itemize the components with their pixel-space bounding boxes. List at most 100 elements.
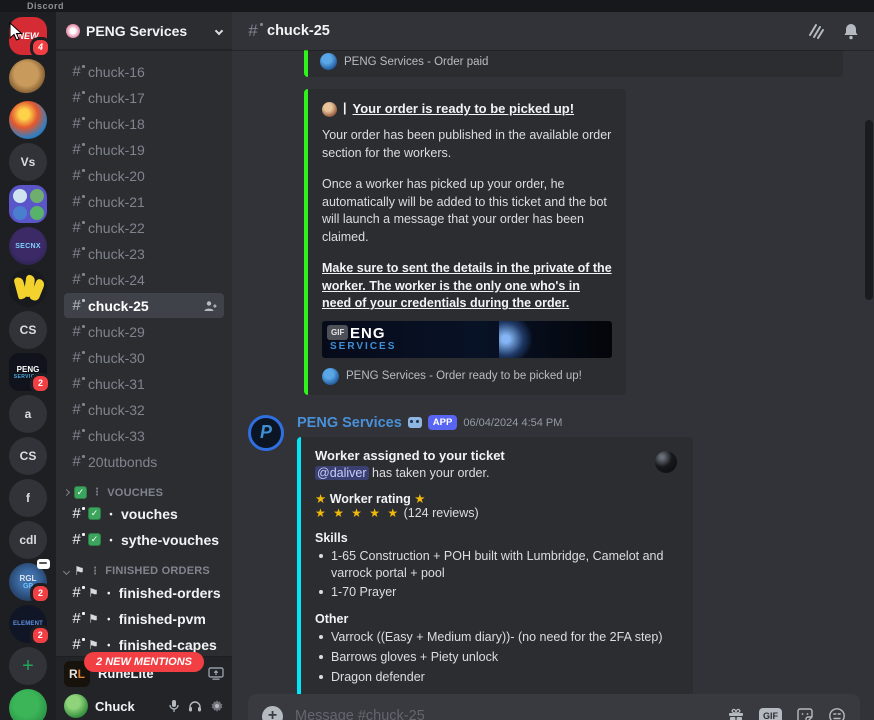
channel-chuck-30[interactable]: # chuck-30 xyxy=(64,345,224,370)
check-emoji-icon: ✓ xyxy=(88,507,101,520)
message-scroll-area: PENG Services - Order paid | Your order … xyxy=(232,50,874,720)
channel-chuck-17[interactable]: # chuck-17 xyxy=(64,85,224,110)
hash-lock-icon: # xyxy=(72,219,85,236)
server-icon-peng[interactable]: PENG SERVICES 2 xyxy=(9,353,51,394)
server-icon-f[interactable]: f xyxy=(9,479,47,517)
add-server-button[interactable]: + xyxy=(9,647,47,685)
notification-bell-icon[interactable] xyxy=(842,22,860,41)
gif-picker-icon[interactable]: GIF xyxy=(759,708,782,720)
hash-lock-icon: # xyxy=(72,453,85,470)
mention-badge: 4 xyxy=(29,37,51,58)
dots-icon: ⋮ xyxy=(92,487,103,498)
backpack-emoji-icon xyxy=(322,101,337,117)
skill-item: 1-65 Construction + POH built with Lumbr… xyxy=(315,548,679,582)
server-peng-label: PENG xyxy=(16,364,40,374)
user-avatar[interactable] xyxy=(64,694,88,718)
server-icon-camel[interactable] xyxy=(9,59,47,97)
server-icon-cs-1[interactable]: CS xyxy=(9,311,47,349)
server-icon-bets[interactable] xyxy=(9,101,47,139)
sticker-icon[interactable] xyxy=(796,707,814,720)
message-input-bar: + GIF xyxy=(248,694,860,720)
chat-header: # chuck-25 xyxy=(232,12,874,50)
channel-title: chuck-25 xyxy=(267,23,330,39)
message-input[interactable] xyxy=(295,708,715,720)
avatar[interactable]: P xyxy=(248,414,284,451)
server-icon-cs-2[interactable]: CS xyxy=(9,437,47,475)
embed-thumbnail xyxy=(655,450,677,473)
other-item: Varrock ((Easy + Medium diary))- (no nee… xyxy=(315,629,679,646)
channel-chuck-18[interactable]: # chuck-18 xyxy=(64,111,224,136)
channel-finished-orders[interactable]: # ⚑ ・ finished-orders xyxy=(64,580,224,605)
review-count: (124 reviews) xyxy=(403,505,479,520)
server-icon-new[interactable]: NEW 4 xyxy=(9,17,51,58)
mention-daliver[interactable]: @daliver xyxy=(315,465,369,480)
channel-chuck-20[interactable]: # chuck-20 xyxy=(64,163,224,188)
flag-emoji-icon: ⚑ xyxy=(88,637,99,652)
dot-separator: ・ xyxy=(106,510,116,521)
server-icon-rgl[interactable]: RGL GP 2 xyxy=(9,559,51,604)
chat-scrollbar[interactable] xyxy=(865,54,873,694)
threads-icon[interactable] xyxy=(806,21,826,41)
channel-chuck-23[interactable]: # chuck-23 xyxy=(64,241,224,266)
title-bar-glyph: | xyxy=(343,101,347,116)
peng-services-gif-banner[interactable]: GIF ENG SERVICES xyxy=(322,320,612,358)
server-rail: NEW 4 Vs SECNX CS PENG SERVICES 2 a CS f… xyxy=(0,12,56,720)
channel-chuck-33[interactable]: # chuck-33 xyxy=(64,423,224,448)
author-name[interactable]: PENG Services xyxy=(297,415,402,431)
user-panel: Chuck xyxy=(56,690,232,720)
channel-chuck-21[interactable]: # chuck-21 xyxy=(64,189,224,214)
star-icon: ★ xyxy=(414,491,426,506)
hash-icon: # xyxy=(72,610,85,627)
window-titlebar: Discord xyxy=(0,0,874,12)
chevron-down-icon xyxy=(214,26,224,35)
check-emoji-icon: ✓ xyxy=(74,486,87,499)
server-icon-green[interactable] xyxy=(9,689,47,720)
timestamp: 06/04/2024 4:54 PM xyxy=(463,416,563,429)
server-icon-app-grid[interactable] xyxy=(9,185,47,223)
server-icon-cdl[interactable]: cdl xyxy=(9,521,47,559)
chevron-down-icon xyxy=(62,567,71,575)
channel-chuck-16[interactable]: # chuck-16 xyxy=(64,59,224,84)
server-f-label: f xyxy=(26,491,30,505)
server-a-label: a xyxy=(24,407,32,421)
attach-plus-icon[interactable]: + xyxy=(262,705,283,720)
channel-chuck-31[interactable]: # chuck-31 xyxy=(64,371,224,396)
server-icon-vs[interactable]: Vs xyxy=(9,143,47,181)
settings-gear-icon[interactable] xyxy=(210,699,224,713)
mic-icon[interactable] xyxy=(168,699,180,713)
scrollbar-thumb[interactable] xyxy=(865,120,873,300)
hash-lock-icon: # xyxy=(72,167,85,184)
category-finished-orders[interactable]: ⚑ ⋮ FINISHED ORDERS xyxy=(62,564,226,578)
server-icon-secnx[interactable]: SECNX xyxy=(9,227,47,265)
dot-separator: ・ xyxy=(103,641,114,652)
channel-sythe-vouches[interactable]: # ✓ ・ sythe-vouches xyxy=(64,527,224,552)
window-title: Discord xyxy=(27,1,65,11)
server-icon-bananas[interactable] xyxy=(9,269,47,307)
channel-chuck-22[interactable]: # chuck-22 xyxy=(64,215,224,240)
embed-footer-text: PENG Services - Order paid xyxy=(344,55,489,68)
hash-lock-icon: # xyxy=(72,375,85,392)
category-vouches[interactable]: ✓ ⋮ VOUCHES xyxy=(62,486,226,499)
emoji-picker-icon[interactable] xyxy=(828,707,846,720)
channel-chuck-24[interactable]: # chuck-24 xyxy=(64,267,224,292)
embed-worker-assigned: Worker assigned to your ticket @daliver … xyxy=(297,436,693,700)
channel-20tutbonds[interactable]: #20tutbonds xyxy=(64,449,224,474)
channel-chuck-32[interactable]: # chuck-32 xyxy=(64,397,224,422)
channel-vouches[interactable]: # ✓ ・ vouches xyxy=(64,501,224,526)
invite-people-icon[interactable] xyxy=(203,300,217,312)
channel-chuck-29[interactable]: # chuck-29 xyxy=(64,319,224,344)
channel-chuck-19[interactable]: # chuck-19 xyxy=(64,137,224,162)
headphones-icon[interactable] xyxy=(188,699,202,713)
screenshare-icon[interactable] xyxy=(208,667,224,680)
embed-order-ready: | Your order is ready to be picked up! Y… xyxy=(304,89,626,395)
channel-finished-pvm[interactable]: # ⚑ ・ finished-pvm xyxy=(64,606,224,631)
server-header[interactable]: PENG Services xyxy=(56,12,232,50)
grid-dot xyxy=(12,205,27,220)
gift-icon[interactable] xyxy=(727,707,745,720)
new-mentions-pill[interactable]: 2 NEW MENTIONS xyxy=(84,652,204,672)
channel-chuck-25-selected[interactable]: # chuck-25 xyxy=(64,293,224,318)
hash-icon: # xyxy=(72,636,85,653)
server-icon-a[interactable]: a xyxy=(9,395,47,433)
mention-badge: 2 xyxy=(29,625,51,646)
server-icon-element[interactable]: ELEMENT 2 xyxy=(9,605,51,646)
